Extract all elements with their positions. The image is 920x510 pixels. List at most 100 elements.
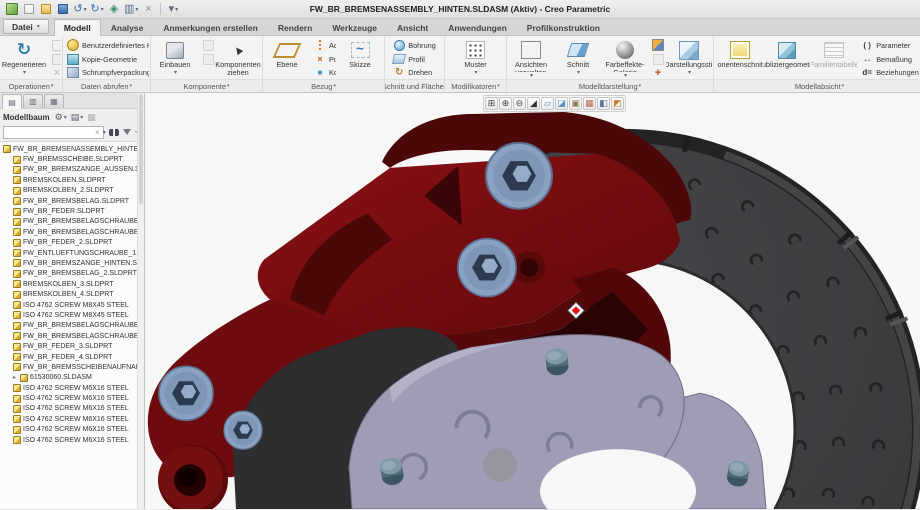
tab-ansicht[interactable]: Ansicht — [387, 19, 438, 35]
window-switch-button[interactable]: ▥▾ — [123, 2, 139, 17]
schrumpfverpackung-button[interactable]: Schrumpfverpackung — [64, 66, 149, 79]
file-menu-button[interactable]: Datei ▾ — [3, 19, 49, 34]
tree-item[interactable]: ISO 4762 SCREW M8X45 STEEL — [0, 310, 144, 320]
koordinatensystem-button[interactable]: Koordinatensystem — [311, 66, 336, 79]
tab-rendern[interactable]: Rendern — [268, 19, 322, 35]
save-file-button[interactable] — [55, 2, 71, 17]
group-label[interactable]: Bezug — [311, 82, 332, 91]
copy-icon-button[interactable] — [48, 39, 61, 52]
tree-item[interactable]: FW_BR_BREMSZANGE_HINTEN.SLDPRT — [0, 258, 144, 268]
farbeffekte-galerie-button[interactable]: Farbeffekte-Galerie▾ — [602, 38, 648, 79]
tree-scrollbar[interactable] — [137, 93, 144, 509]
graphics-viewport[interactable]: ⊞⊕⊖◢▱◪▣▦◧◩ — [145, 93, 920, 509]
folder-browser-tab[interactable]: ▥ — [23, 94, 43, 108]
clear-search-icon[interactable]: × — [95, 128, 100, 137]
customize-toolbar-button[interactable]: ▾▾ — [165, 2, 181, 17]
zoom-in-button[interactable]: ⊕ — [499, 97, 512, 110]
spin-center-button[interactable]: ◩ — [611, 97, 624, 110]
tree-item[interactable]: BREMSKOLBEN.SLDPRT — [0, 175, 144, 185]
tree-item[interactable]: FW_BR_FEDER.SLDPRT — [0, 206, 144, 216]
tree-item[interactable]: FW_BR_FEDER_4.SLDPRT — [0, 352, 144, 362]
position-editieren-button[interactable]: Position editieren — [649, 66, 665, 79]
view-plane-button[interactable]: ▱ — [541, 97, 554, 110]
open-file-button[interactable] — [38, 2, 54, 17]
skizze-button[interactable]: Skizze — [337, 38, 383, 79]
darstellungsstil-button[interactable]: Darstellungsstil▾ — [666, 38, 712, 79]
tree-item[interactable]: FW_BR_BREMSBELAG.SLDPRT — [0, 196, 144, 206]
achse-button[interactable]: Achse — [311, 39, 336, 52]
publiziergeometrie-button[interactable]: Publiziergeometrie — [764, 38, 810, 79]
tab-anwendungen[interactable]: Anwendungen — [438, 19, 517, 35]
einbauen-button[interactable]: Einbauen▾ — [152, 38, 198, 79]
beziehungen-button[interactable]: Beziehungen — [858, 66, 920, 79]
favorites-tab[interactable]: ▦ — [44, 94, 64, 108]
expand-icon[interactable]: ▸ — [13, 374, 18, 381]
tree-item[interactable]: FW_BREMSSCHEIBE.SLDPRT — [0, 154, 144, 164]
erzeugen-button[interactable]: Erzeugen — [199, 39, 214, 52]
search-options-dropdown[interactable]: ▾ — [103, 129, 106, 136]
tree-item[interactable]: FW_BR_FEDER_3.SLDPRT — [0, 341, 144, 351]
tree-item[interactable]: FW_BR_BREMSBELAGSCHRAUBE.SLDPRT — [0, 331, 144, 341]
schnitt-button[interactable]: Schnitt▾ — [555, 38, 601, 79]
new-file-button[interactable] — [21, 2, 37, 17]
group-label[interactable]: Modifikatoren — [451, 82, 496, 91]
tree-columns-button[interactable]: ▦ — [86, 111, 97, 124]
tree-item[interactable]: FW_BR_BREMSSCHEIBENAUFNAHME.SLDPRT — [0, 362, 144, 372]
group-label[interactable]: Modelldarstellung — [579, 82, 638, 91]
ebene-button[interactable]: Ebene — [264, 38, 310, 79]
tree-item[interactable]: FW_BR_FEDER_2.SLDPRT — [0, 238, 144, 248]
tree-item[interactable]: ▸61530060.SLDASM — [0, 373, 144, 383]
kopie-geometrie-button[interactable]: Kopie-Geometrie — [64, 53, 149, 66]
explosionsansicht-button[interactable]: Explosionsansicht — [649, 39, 665, 52]
ansichten-verwalten-button[interactable]: Ansichten verwalten▾ — [508, 38, 554, 79]
tree-item[interactable]: FW_BR_BREMSBELAGSCHRAUBE.SLDPRT — [0, 321, 144, 331]
tree-item[interactable]: BREMSKOLBEN_2.SLDPRT — [0, 186, 144, 196]
close-window-button[interactable]: × — [140, 2, 156, 17]
tree-filters-button[interactable]: ▤▾ — [70, 111, 85, 124]
tree-scrollbar-thumb[interactable] — [139, 94, 143, 204]
tab-modell[interactable]: Modell — [54, 19, 101, 36]
tree-item[interactable]: FW_BR_BREMSBELAGSCHRAUBE.SLDPRT — [0, 217, 144, 227]
redo-button[interactable]: ↻▾ — [89, 2, 105, 17]
tree-item[interactable]: ISO 4762 SCREW M6X16 STEEL — [0, 414, 144, 424]
undo-button[interactable]: ↺▾ — [72, 2, 88, 17]
parameter-button[interactable]: Parameter — [858, 39, 920, 52]
filter-icon[interactable] — [122, 126, 132, 139]
komponentenschnittstelle-button[interactable]: Komponentenschnittstelle — [717, 38, 763, 79]
tab-werkzeuge[interactable]: Werkzeuge — [322, 19, 387, 35]
view-plane-alt-button[interactable]: ◪ — [555, 97, 568, 110]
punkt-button[interactable]: Punkt▾ — [311, 53, 336, 66]
paste-icon-button[interactable]: ▾ — [48, 53, 61, 66]
bemaßung-button[interactable]: Bemaßung — [858, 53, 920, 66]
komponenten-ziehen-button[interactable]: Komponenten ziehen — [215, 38, 261, 79]
tree-item[interactable]: ISO 4762 SCREW M6X16 STEEL — [0, 435, 144, 445]
find-icon[interactable] — [108, 126, 120, 139]
tab-profilkonstruktion[interactable]: Profilkonstruktion — [517, 19, 610, 35]
group-label[interactable]: Operationen — [9, 82, 50, 91]
scene-image-button[interactable]: ▣ — [569, 97, 582, 110]
tree-item[interactable]: ISO 4762 SCREW M6X16 STEEL — [0, 383, 144, 393]
tree-settings-button[interactable]: ⚙▾ — [54, 111, 68, 124]
tree-item[interactable]: FW_BR_BREMSZANGE_AUSSEN.SLDPRT — [0, 165, 144, 175]
model-tree-tab[interactable]: ▤ — [2, 94, 22, 109]
tree-search-input[interactable] — [3, 126, 104, 139]
refit-button[interactable]: ◢ — [527, 97, 540, 110]
view-manager-button[interactable]: ◧ — [597, 97, 610, 110]
profil-button[interactable]: Profil — [390, 53, 439, 66]
tab-analyse[interactable]: Analyse — [101, 19, 154, 35]
drehen-button[interactable]: Drehen — [390, 66, 439, 79]
app-menu-button[interactable] — [4, 2, 20, 17]
status-umschalten-button[interactable]: Status umschalten — [649, 53, 665, 66]
tab-anmerkungen-erstellen[interactable]: Anmerkungen erstellen — [153, 19, 267, 35]
tree-item[interactable]: ISO 4762 SCREW M6X16 STEEL — [0, 393, 144, 403]
3d-model-view[interactable] — [145, 93, 920, 509]
tree-item[interactable]: FW_ENTLUEFTUNGSCHRAUBE_1.SLDPRT — [0, 248, 144, 258]
regenerate-quick-button[interactable]: ◈ — [106, 2, 122, 17]
tree-item[interactable]: BREMSKOLBEN_4.SLDPRT — [0, 289, 144, 299]
muster-button[interactable]: Muster▾ — [453, 38, 499, 79]
regenerieren-button[interactable]: Regenerieren▾ — [1, 38, 47, 79]
group-label[interactable]: Schnitt und Fläche — [385, 82, 444, 91]
appearance-gallery-button[interactable]: ▦ — [583, 97, 596, 110]
group-label[interactable]: Modellabsicht — [795, 82, 841, 91]
group-label[interactable]: Komponente — [183, 82, 226, 91]
